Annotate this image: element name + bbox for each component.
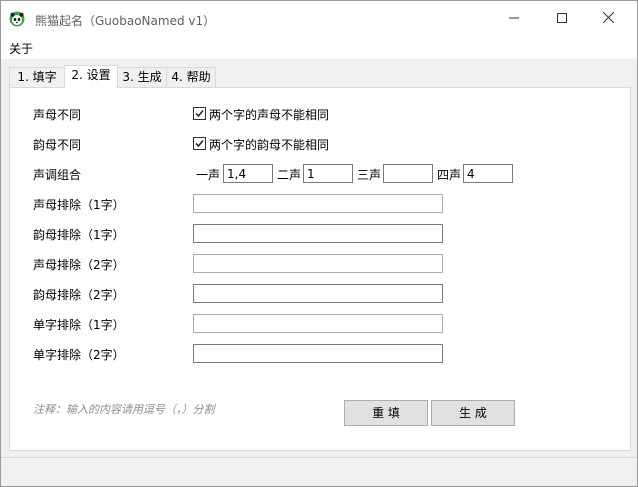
char-exclude-2-input[interactable]	[193, 344, 443, 363]
initial-exclude-2-label: 声母排除（2字）	[33, 258, 125, 272]
tone1-label: 一声	[196, 168, 221, 182]
initial-diff-checkbox[interactable]	[193, 107, 206, 120]
tab-fill[interactable]: 1. 填字	[9, 67, 65, 87]
tone4-label: 四声	[437, 168, 462, 182]
final-diff-checkbox-label[interactable]: 两个字的韵母不能相同	[209, 136, 329, 153]
tone4-input[interactable]	[463, 164, 513, 183]
initial-exclude-2-input[interactable]	[193, 254, 443, 273]
final-exclude-1-input[interactable]	[193, 224, 443, 243]
final-exclude-2-input[interactable]	[193, 284, 443, 303]
minimize-icon	[509, 12, 519, 26]
final-exclude-2-label: 韵母排除（2字）	[33, 288, 125, 302]
tone-combo-label: 声调组合	[33, 168, 82, 182]
status-bar	[1, 457, 637, 482]
final-diff-label: 韵母不同	[33, 138, 82, 152]
close-icon	[602, 11, 614, 26]
initial-diff-label: 声母不同	[33, 108, 82, 122]
app-window: 熊猫起名（GuobaoNamed v1） 关于 1. 填字 2. 设置 3. 生…	[0, 0, 638, 487]
menu-about[interactable]: 关于	[9, 40, 33, 57]
minimize-button[interactable]	[491, 1, 537, 37]
tone3-input[interactable]	[383, 164, 433, 183]
char-exclude-1-input[interactable]	[193, 314, 443, 333]
checkmark-icon	[195, 140, 204, 148]
final-diff-checkbox[interactable]	[193, 137, 206, 150]
maximize-button[interactable]	[539, 1, 585, 37]
tone1-input[interactable]	[223, 164, 273, 183]
initial-exclude-1-label: 声母排除（1字）	[33, 198, 125, 212]
tone2-label: 二声	[277, 168, 302, 182]
tab-generate[interactable]: 3. 生成	[117, 67, 167, 87]
window-title: 熊猫起名（GuobaoNamed v1）	[35, 14, 216, 28]
tab-settings[interactable]: 2. 设置	[64, 65, 118, 88]
tone3-label: 三声	[357, 168, 382, 182]
final-exclude-1-label: 韵母排除（1字）	[33, 228, 125, 242]
generate-button[interactable]: 生 成	[431, 400, 515, 426]
close-button[interactable]	[585, 1, 631, 37]
panda-icon	[9, 11, 25, 27]
maximize-icon	[557, 12, 567, 26]
input-note: 注释：输入的内容请用逗号（，）分割	[33, 403, 215, 416]
initial-exclude-1-input[interactable]	[193, 194, 443, 213]
char-exclude-1-label: 单字排除（1字）	[33, 318, 125, 332]
reset-button[interactable]: 重 填	[344, 400, 428, 426]
settings-panel: 声母不同 两个字的声母不能相同 韵母不同 两个字的韵母不能相同 声调组合 一声 …	[9, 87, 631, 451]
initial-diff-checkbox-label[interactable]: 两个字的声母不能相同	[209, 106, 329, 123]
checkmark-icon	[195, 110, 204, 118]
char-exclude-2-label: 单字排除（2字）	[33, 348, 125, 362]
title-bar[interactable]: 熊猫起名（GuobaoNamed v1）	[1, 1, 637, 37]
tab-help[interactable]: 4. 帮助	[166, 67, 216, 87]
menu-bar: 关于	[1, 37, 637, 59]
tone2-input[interactable]	[303, 164, 353, 183]
